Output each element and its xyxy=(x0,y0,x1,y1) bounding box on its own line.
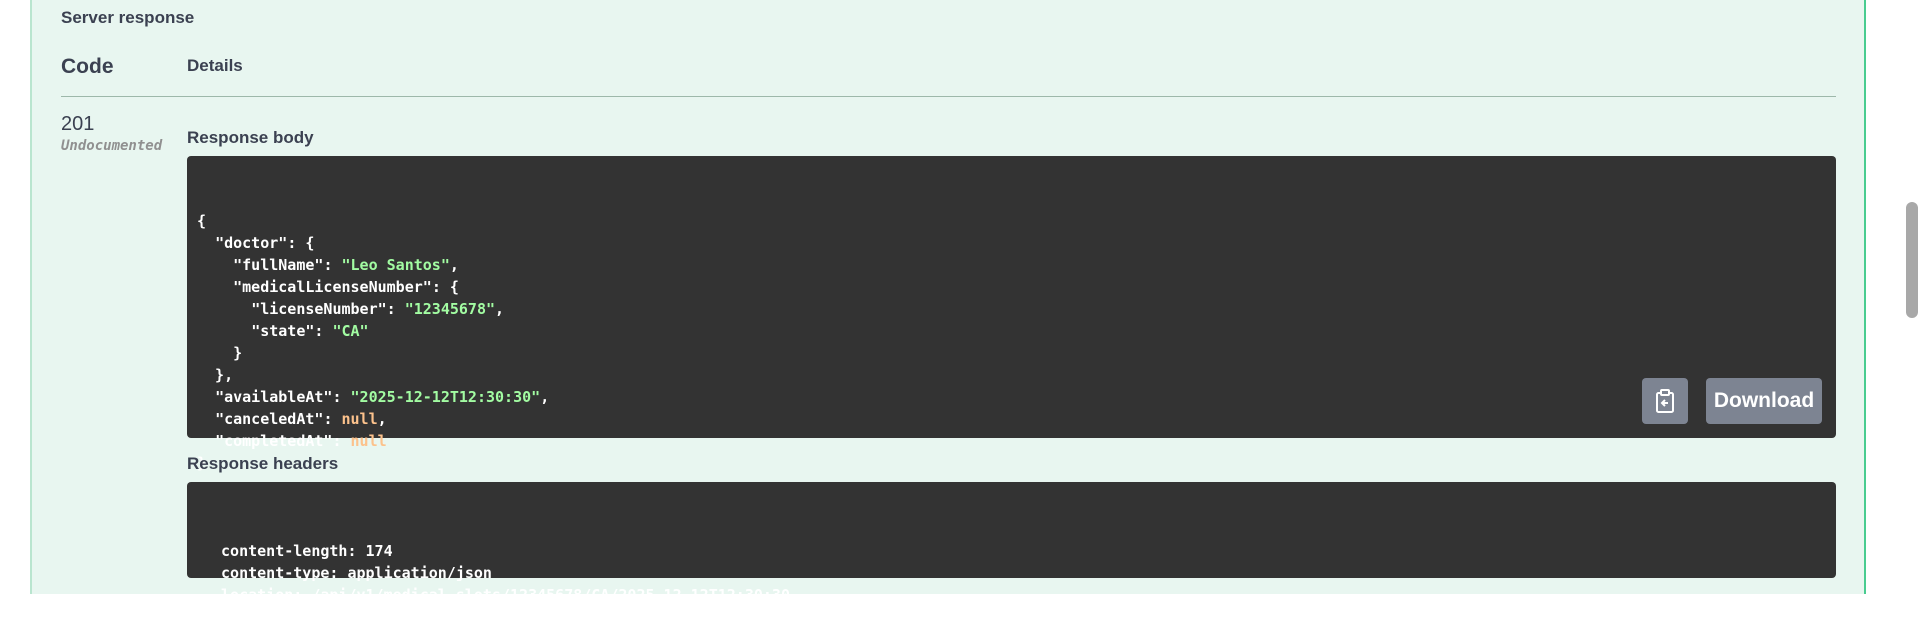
code-token: "fullName" xyxy=(233,256,324,274)
code-token: "medicalLicenseNumber" xyxy=(233,278,432,296)
status-code: 201 xyxy=(61,113,95,135)
details-column-header: Details xyxy=(187,56,243,75)
code-line: "medicalLicenseNumber": { xyxy=(197,276,1826,298)
code-token: : { xyxy=(431,278,459,296)
code-line: "completedAt": null xyxy=(197,430,1826,452)
vertical-scrollbar[interactable] xyxy=(1902,0,1920,583)
code-token: , xyxy=(449,256,459,274)
code-token: "state" xyxy=(251,322,315,340)
response-body-label: Response body xyxy=(187,128,314,147)
code-token: "doctor" xyxy=(215,234,288,252)
code-token: "licenseNumber" xyxy=(251,300,387,318)
code-line: "canceledAt": null, xyxy=(197,408,1826,430)
copy-to-clipboard-button[interactable] xyxy=(1642,378,1688,424)
response-headers-code[interactable]: content-length: 174 content-type: applic… xyxy=(187,482,1836,604)
code-token: : xyxy=(386,300,405,318)
code-token: { xyxy=(197,212,207,230)
code-token: } xyxy=(197,344,243,362)
code-token: "12345678" xyxy=(404,300,496,318)
header-line: location: /api/v1/medical-slots/12345678… xyxy=(212,586,799,604)
code-column-header: Code xyxy=(61,55,114,78)
code-token: "completedAt" xyxy=(215,432,333,450)
response-headers-lines: content-length: 174 content-type: applic… xyxy=(212,540,1811,606)
code-token: : xyxy=(332,432,351,450)
response-body-code[interactable]: { "doctor": { "fullName": "Leo Santos", … xyxy=(187,156,1836,472)
code-line: } xyxy=(197,452,1826,474)
server-response-title: Server response xyxy=(61,8,195,27)
code-line: { xyxy=(197,210,1826,232)
code-token: null xyxy=(350,432,387,450)
scrollbar-thumb[interactable] xyxy=(1906,202,1918,318)
header-line: content-type: application/json xyxy=(212,564,501,582)
code-line: }, xyxy=(197,364,1826,386)
code-token: , xyxy=(540,388,550,406)
response-body-lines: { "doctor": { "fullName": "Leo Santos", … xyxy=(197,210,1826,474)
code-token: "canceledAt" xyxy=(215,410,324,428)
code-line: "fullName": "Leo Santos", xyxy=(197,254,1826,276)
code-token: }, xyxy=(197,366,234,384)
code-token: : { xyxy=(287,234,315,252)
code-token: : xyxy=(332,388,351,406)
status-documentation: Undocumented xyxy=(61,138,163,154)
response-headers-label: Response headers xyxy=(187,454,339,473)
code-token: : xyxy=(323,410,342,428)
code-token: , xyxy=(377,410,387,428)
code-line: "licenseNumber": "12345678", xyxy=(197,298,1826,320)
header-divider xyxy=(61,96,1836,97)
code-token: null xyxy=(341,410,378,428)
code-line: "availableAt": "2025-12-12T12:30:30", xyxy=(197,386,1826,408)
clipboard-icon xyxy=(1656,389,1674,413)
code-token: "2025-12-12T12:30:30" xyxy=(350,388,541,406)
code-token: : xyxy=(314,322,333,340)
code-line: "doctor": { xyxy=(197,232,1826,254)
download-button[interactable]: Download xyxy=(1706,378,1822,424)
code-token: "availableAt" xyxy=(215,388,333,406)
code-token: : xyxy=(323,256,342,274)
code-line: } xyxy=(197,342,1826,364)
code-token: "CA" xyxy=(332,322,369,340)
header-line: content-length: 174 xyxy=(212,542,402,560)
code-line: "state": "CA" xyxy=(197,320,1826,342)
code-token: "Leo Santos" xyxy=(341,256,450,274)
code-token: , xyxy=(495,300,505,318)
